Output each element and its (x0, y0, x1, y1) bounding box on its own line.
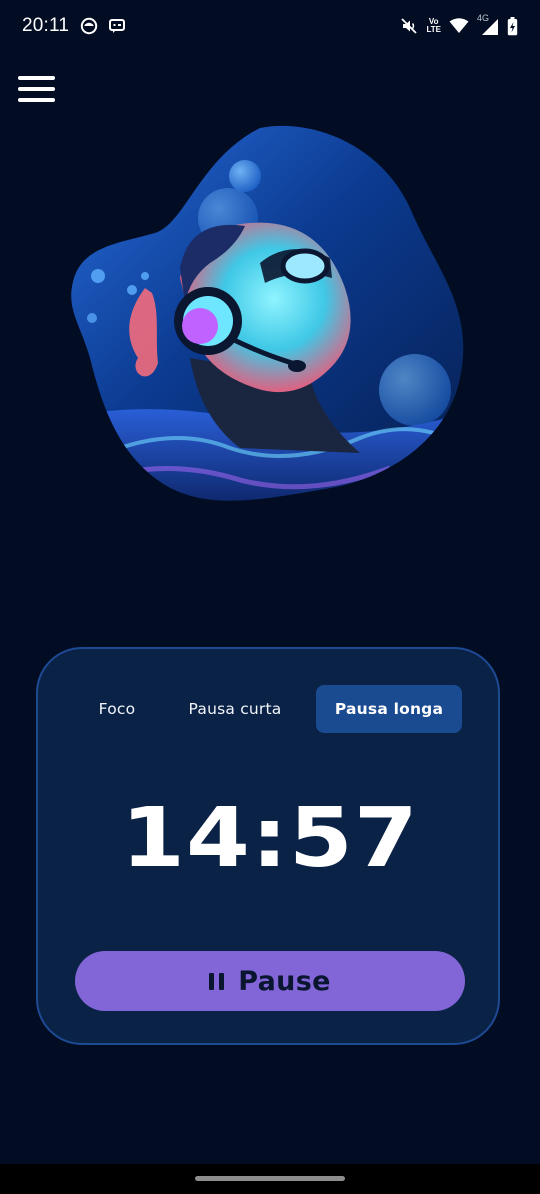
status-time: 20:11 (22, 15, 70, 36)
menu-line (18, 76, 55, 80)
cellular-signal-icon: 4G (477, 13, 499, 36)
volte-icon: Vo LTE (426, 18, 441, 34)
pause-button-label: Pause (238, 965, 331, 997)
tab-pausa-curta[interactable]: Pausa curta (170, 685, 300, 733)
wifi-icon (449, 18, 469, 33)
message-icon (109, 19, 125, 33)
notification-icon (80, 17, 98, 35)
status-bar: 20:11 Vo LTE 4G (0, 0, 540, 56)
timer-card: Foco Pausa curta Pausa longa 14:57 Pause (36, 647, 500, 1045)
vibrate-mute-icon (401, 18, 418, 34)
volte-bottom-label: LTE (426, 25, 441, 34)
battery-icon (507, 16, 518, 35)
status-right-icons: Vo LTE 4G (400, 13, 518, 36)
tab-foco[interactable]: Foco (84, 685, 150, 733)
diver-with-headphones-illustration (71, 125, 464, 501)
status-left-icons (80, 17, 126, 35)
timer-display: 14:57 (121, 791, 419, 886)
pause-button[interactable]: Pause (75, 951, 465, 1011)
home-indicator[interactable] (195, 1176, 345, 1181)
menu-line (18, 98, 55, 102)
tab-pausa-longa[interactable]: Pausa longa (316, 685, 462, 733)
hamburger-menu-icon[interactable] (18, 76, 56, 106)
pause-icon (209, 972, 225, 990)
menu-line (18, 87, 55, 91)
timer-mode-tabs: Foco Pausa curta Pausa longa (80, 685, 464, 733)
signal-bars-icon (482, 19, 498, 35)
navigation-bar (0, 1164, 540, 1194)
